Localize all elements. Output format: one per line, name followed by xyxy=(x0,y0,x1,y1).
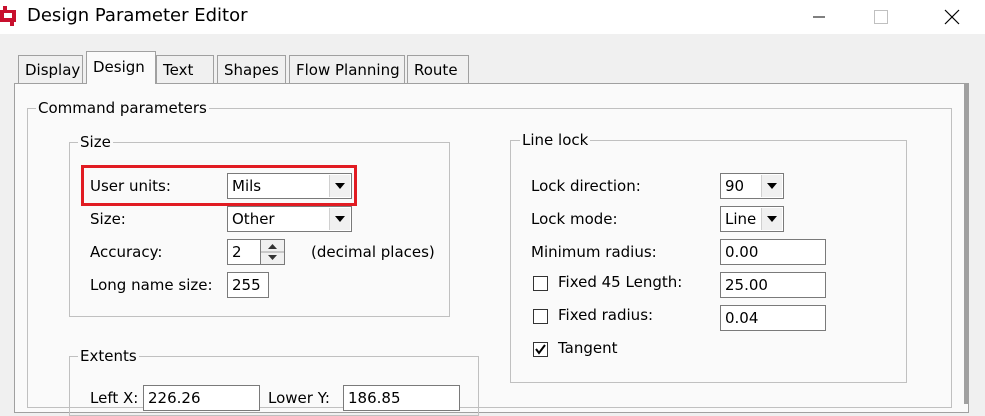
tab-shapes[interactable]: Shapes xyxy=(217,55,286,83)
minimum-radius-label: Minimum radius: xyxy=(531,243,657,261)
fixed-45-length-input[interactable]: 25.00 xyxy=(720,272,826,298)
long-name-size-label: Long name size: xyxy=(90,276,213,294)
size-group-title: Size xyxy=(78,133,113,151)
fixed-radius-checkbox[interactable] xyxy=(533,309,548,324)
extents-group-title: Extents xyxy=(78,347,139,365)
spin-arrows-icon xyxy=(261,244,284,260)
left-x-input[interactable]: 226.26 xyxy=(143,385,260,411)
lower-y-input[interactable]: 186.85 xyxy=(343,385,460,411)
tangent-checkbox[interactable] xyxy=(533,342,548,357)
tab-route[interactable]: Route xyxy=(407,55,469,83)
accuracy-suffix: (decimal places) xyxy=(311,243,435,261)
minimum-radius-input[interactable]: 0.00 xyxy=(720,239,826,265)
highlight-box xyxy=(81,165,357,206)
close-icon xyxy=(944,9,960,25)
long-name-size-input[interactable]: 255 xyxy=(227,272,269,298)
lock-direction-label: Lock direction: xyxy=(531,177,641,195)
accuracy-label: Accuracy: xyxy=(90,243,163,261)
tab-text[interactable]: Text xyxy=(156,55,214,83)
size-value: Other xyxy=(232,210,275,228)
fixed-45-length-checkbox[interactable] xyxy=(533,276,548,291)
chevron-down-icon[interactable] xyxy=(761,208,782,230)
accuracy-spinner[interactable] xyxy=(260,239,285,265)
maximize-icon xyxy=(874,10,888,24)
maximize-button[interactable] xyxy=(858,0,904,34)
check-icon xyxy=(535,344,546,355)
chevron-down-icon[interactable] xyxy=(761,175,782,197)
tab-flow-planning[interactable]: Flow Planning xyxy=(289,55,405,83)
left-x-label: Left X: xyxy=(90,389,139,407)
lock-mode-label: Lock mode: xyxy=(531,210,618,228)
accuracy-input[interactable]: 2 xyxy=(227,239,261,265)
fixed-radius-input[interactable]: 0.04 xyxy=(720,305,826,331)
lock-direction-value: 90 xyxy=(725,177,745,195)
close-button[interactable] xyxy=(929,0,975,34)
lock-direction-select[interactable]: 90 xyxy=(720,173,784,199)
tab-design[interactable]: Design xyxy=(86,51,156,84)
title-bar: Design Parameter Editor xyxy=(0,0,985,34)
fixed-45-length-label: Fixed 45 Length: xyxy=(558,273,683,291)
size-label: Size: xyxy=(90,210,126,228)
command-parameters-title: Command parameters xyxy=(36,99,209,117)
line-lock-group-title: Line lock xyxy=(520,131,591,149)
minimize-button[interactable] xyxy=(796,0,842,34)
panel-edge xyxy=(964,84,969,404)
tab-display[interactable]: Display xyxy=(18,55,83,83)
lock-mode-select[interactable]: Line xyxy=(720,206,784,232)
app-icon xyxy=(0,6,16,26)
size-select[interactable]: Other xyxy=(227,206,352,232)
minimize-icon xyxy=(813,16,825,18)
chevron-down-icon[interactable] xyxy=(329,208,350,230)
lower-y-label: Lower Y: xyxy=(268,389,330,407)
fixed-radius-label: Fixed radius: xyxy=(558,306,654,324)
lock-mode-value: Line xyxy=(725,210,757,228)
window-title: Design Parameter Editor xyxy=(27,5,248,26)
tangent-label: Tangent xyxy=(558,339,618,357)
